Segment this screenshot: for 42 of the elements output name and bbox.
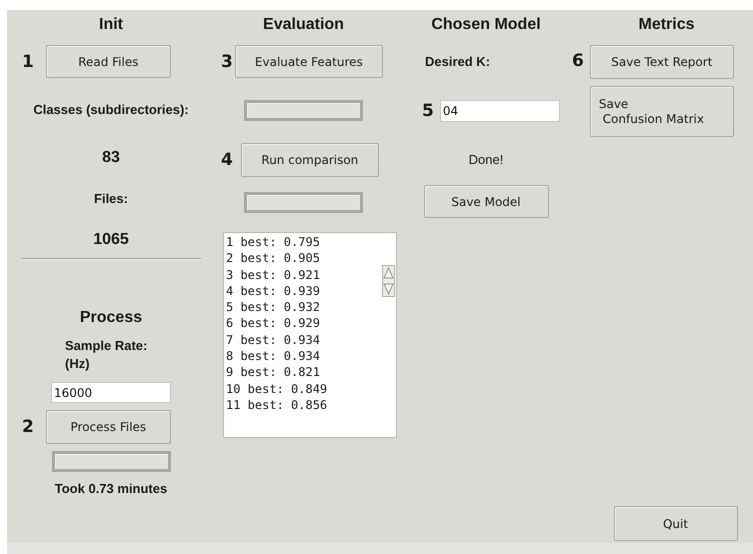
result-line: 7 best: 0.934 [226, 332, 321, 348]
classes-count: 83 [102, 148, 120, 168]
section-title: Init [99, 16, 123, 34]
step-number: 2 [22, 417, 34, 437]
step-number: 6 [572, 51, 584, 71]
section-title: Metrics [638, 16, 695, 34]
section-title: Process [80, 308, 142, 328]
evaluate-features-button[interactable]: Evaluate Features [234, 45, 383, 78]
result-line: 6 best: 0.929 [226, 315, 321, 332]
step-number: 3 [221, 52, 233, 72]
step-number: 1 [22, 52, 34, 72]
classes-label: Classes (subdirectories): [33, 102, 189, 118]
files-count: 1065 [93, 230, 129, 250]
result-line: 5 best: 0.932 [226, 299, 321, 316]
result-line: 1 best: 0.795 [226, 234, 321, 250]
save-report-button[interactable]: Save Confusion Matrix [590, 86, 734, 137]
result-line: 9 best: 0.821 [226, 364, 321, 381]
scroll-arrows-icon[interactable] [382, 265, 395, 297]
run-comparison-button[interactable]: Run comparison [240, 143, 379, 177]
desired-k-field[interactable]: 04 [440, 100, 560, 122]
result-line: 8 best: 0.934 [226, 348, 321, 364]
sample-rate-field[interactable]: 16000 [51, 382, 171, 403]
read-files-button[interactable]: Read Files [46, 45, 171, 78]
process-files-button[interactable]: Process Files [46, 410, 171, 444]
status-text: Done! [468, 152, 504, 168]
step-number: 5 [422, 101, 434, 121]
save-model-button[interactable]: Save Model [424, 185, 548, 218]
result-line: 10 best: 0.849 [226, 380, 328, 397]
step-number: 4 [221, 150, 233, 170]
save-report-button[interactable]: Save Text Report [590, 45, 734, 79]
sample-rate-label: Sample Rate: (Hz) [65, 337, 148, 373]
section-title: Chosen Model [431, 16, 541, 34]
result-line: 11 best: 0.856 [226, 396, 328, 414]
files-label: Files: [94, 191, 128, 207]
result-line: 4 best: 0.939 [226, 282, 321, 300]
quit-button[interactable]: Quit [614, 506, 738, 541]
results-list[interactable]: 1 best: 0.795 2 best: 0.905 3 best: 0.921 4 best: 0.939 5 best: 0.932 6 best: 0.929 7 best: 0.934 8 best: 0.934 9 best: 0.821 10 best: 0.849 11 best: 0.856 [223, 232, 397, 438]
section-title: Evaluation [263, 16, 344, 34]
desired-k-label: Desired K: [425, 54, 490, 70]
status-text: Took 0.73 minutes [54, 481, 168, 497]
result-line: 2 best: 0.905 [226, 250, 321, 267]
result-line: 3 best: 0.921 [226, 266, 321, 283]
